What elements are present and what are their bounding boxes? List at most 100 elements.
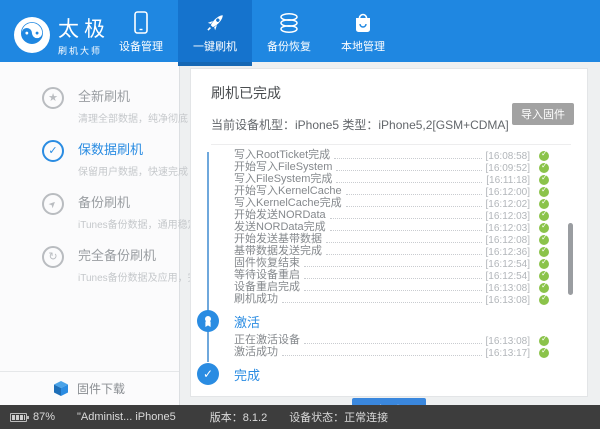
panel-title: 刷机已完成 xyxy=(211,83,571,103)
medal-icon xyxy=(197,310,219,332)
dotted-leader xyxy=(282,355,482,356)
dotted-leader xyxy=(336,170,481,171)
dotted-leader xyxy=(326,242,482,243)
app-logo: ☯ 太极 刷机大师 xyxy=(14,13,110,57)
flash-log-list: 写入RootTicket完成 [16:08:58] 开始写入FileSystem… xyxy=(234,150,574,306)
dotted-leader xyxy=(346,194,482,195)
tab-label: 设备管理 xyxy=(119,38,163,54)
success-check-icon xyxy=(539,259,549,269)
success-check-icon xyxy=(539,283,549,293)
log-timestamp: [16:13:08] xyxy=(486,283,530,294)
check-circle-icon: ✓ xyxy=(197,363,219,385)
log-timestamp: [16:12:54] xyxy=(486,259,530,270)
app-subtitle: 刷机大师 xyxy=(58,44,110,57)
sidebar-item-title: 备份刷机 xyxy=(78,192,169,211)
backup-restore-icon xyxy=(277,9,301,36)
flash-log-timeline: 写入RootTicket完成 [16:08:58] 开始写入FileSystem… xyxy=(191,150,587,386)
log-timestamp: [16:12:03] xyxy=(486,211,530,222)
log-timestamp: [16:08:58] xyxy=(486,151,530,162)
sidebar-item-keep-data-flash[interactable]: ✓ 保数据刷机 保留用户数据，快速完成 xyxy=(0,139,179,192)
star-icon: ★ xyxy=(42,87,64,109)
finish-section-label: 完成 xyxy=(234,365,260,384)
import-firmware-button[interactable]: 导入固件 xyxy=(512,103,574,125)
flash-mode-list: ★ 全新刷机 清理全部数据，纯净彻底 ✓ 保数据刷机 保留用户数据，快速完成 ➤… xyxy=(0,86,179,298)
success-check-icon xyxy=(539,223,549,233)
success-check-icon xyxy=(539,187,549,197)
dotted-leader xyxy=(330,230,482,231)
tab-local-manage[interactable]: 本地管理 xyxy=(326,0,400,62)
tab-one-key-flash[interactable]: 一键刷机 xyxy=(178,0,252,62)
dotted-leader xyxy=(346,206,482,207)
battery-icon xyxy=(10,413,27,422)
connection-status: 设备状态：正常连接 xyxy=(289,409,388,425)
tab-label: 一键刷机 xyxy=(193,38,237,54)
cube-icon xyxy=(54,381,68,396)
activate-section-header: 激活 xyxy=(234,309,574,333)
log-timestamp: [16:11:18] xyxy=(486,175,530,186)
success-check-icon xyxy=(539,163,549,173)
log-row: 刷机成功 [16:13:08] xyxy=(234,294,574,306)
log-text: 刷机成功 xyxy=(234,290,278,306)
tab-label: 备份恢复 xyxy=(267,38,311,54)
device-name: "Administ... iPhone5 xyxy=(77,411,176,423)
sidebar-item-title: 全新刷机 xyxy=(78,86,169,105)
version-label: 版本：8.1.2 xyxy=(210,409,267,425)
topbar: ☯ 太极 刷机大师 设备管理 一键刷机 xyxy=(0,0,600,62)
dotted-leader xyxy=(304,290,482,291)
dotted-leader xyxy=(304,343,482,344)
success-check-icon xyxy=(539,151,549,161)
sidebar-item-subtitle: iTunes备份数据及应用，完整全面 xyxy=(78,269,169,284)
sidebar-item-backup-flash[interactable]: ➤ 备份刷机 iTunes备份数据，通用稳定 xyxy=(0,192,179,245)
compass-icon: ➤ xyxy=(42,193,64,215)
dotted-leader xyxy=(334,158,481,159)
dotted-leader xyxy=(336,182,482,183)
flash-result-panel: 刷机已完成 当前设备机型：iPhone5 类型：iPhone5,2[GSM+CD… xyxy=(190,68,588,397)
success-check-icon xyxy=(539,247,549,257)
sidebar-item-title: 保数据刷机 xyxy=(78,139,169,158)
app-window: ☯ 太极 刷机大师 设备管理 一键刷机 xyxy=(0,0,600,429)
check-icon: ✓ xyxy=(42,140,64,162)
dotted-leader xyxy=(304,266,482,267)
sidebar-item-full-backup-flash[interactable]: ↻ 完全备份刷机 iTunes备份数据及应用，完整全面 xyxy=(0,245,179,298)
scrollbar-thumb[interactable] xyxy=(568,223,573,295)
tab-backup-restore[interactable]: 备份恢复 xyxy=(252,0,326,62)
sidebar-item-full-flash[interactable]: ★ 全新刷机 清理全部数据，纯净彻底 xyxy=(0,86,179,139)
device-manage-icon xyxy=(131,9,151,36)
log-row: 正在激活设备 [16:13:08] xyxy=(234,335,574,347)
dotted-leader xyxy=(326,254,482,255)
dotted-leader xyxy=(304,278,482,279)
success-check-icon xyxy=(539,271,549,281)
firmware-download-link[interactable]: 固件下载 xyxy=(0,371,179,405)
tab-label: 本地管理 xyxy=(341,38,385,54)
success-check-icon xyxy=(539,211,549,221)
log-timestamp: [16:13:17] xyxy=(486,348,530,359)
app-title: 太极 xyxy=(58,13,110,43)
sidebar-item-title: 完全备份刷机 xyxy=(78,245,169,264)
tab-device-manage[interactable]: 设备管理 xyxy=(104,0,178,62)
log-timestamp: [16:12:08] xyxy=(486,235,530,246)
sidebar: ★ 全新刷机 清理全部数据，纯净彻底 ✓ 保数据刷机 保留用户数据，快速完成 ➤… xyxy=(0,62,180,405)
success-check-icon xyxy=(539,295,549,305)
main-nav: 设备管理 一键刷机 备份恢复 本地管理 xyxy=(104,0,400,62)
yin-yang-logo-icon: ☯ xyxy=(14,17,50,53)
log-timestamp: [16:12:00] xyxy=(486,187,530,198)
activate-section-label: 激活 xyxy=(234,312,260,331)
log-timestamp: [16:12:02] xyxy=(486,199,530,210)
log-timestamp: [16:12:36] xyxy=(486,247,530,258)
sync-icon: ↻ xyxy=(42,246,64,268)
log-row: 激活成功 [16:13:17] xyxy=(234,347,574,359)
log-timestamp: [16:13:08] xyxy=(486,295,530,306)
success-check-icon xyxy=(539,235,549,245)
log-text: 激活成功 xyxy=(234,343,278,359)
battery-percent: 87% xyxy=(33,411,55,423)
success-check-icon xyxy=(539,199,549,209)
firmware-download-label: 固件下载 xyxy=(77,380,125,397)
finish-section-header: ✓ 完成 xyxy=(234,362,574,386)
log-timestamp: [16:09:52] xyxy=(486,163,530,174)
sidebar-item-subtitle: 清理全部数据，纯净彻底 xyxy=(78,110,169,125)
panel-header: 刷机已完成 当前设备机型：iPhone5 类型：iPhone5,2[GSM+CD… xyxy=(191,69,587,145)
dotted-leader xyxy=(330,218,482,219)
local-manage-icon xyxy=(351,9,375,36)
log-row: 设备重启完成 [16:13:08] xyxy=(234,282,574,294)
success-check-icon xyxy=(539,336,549,346)
